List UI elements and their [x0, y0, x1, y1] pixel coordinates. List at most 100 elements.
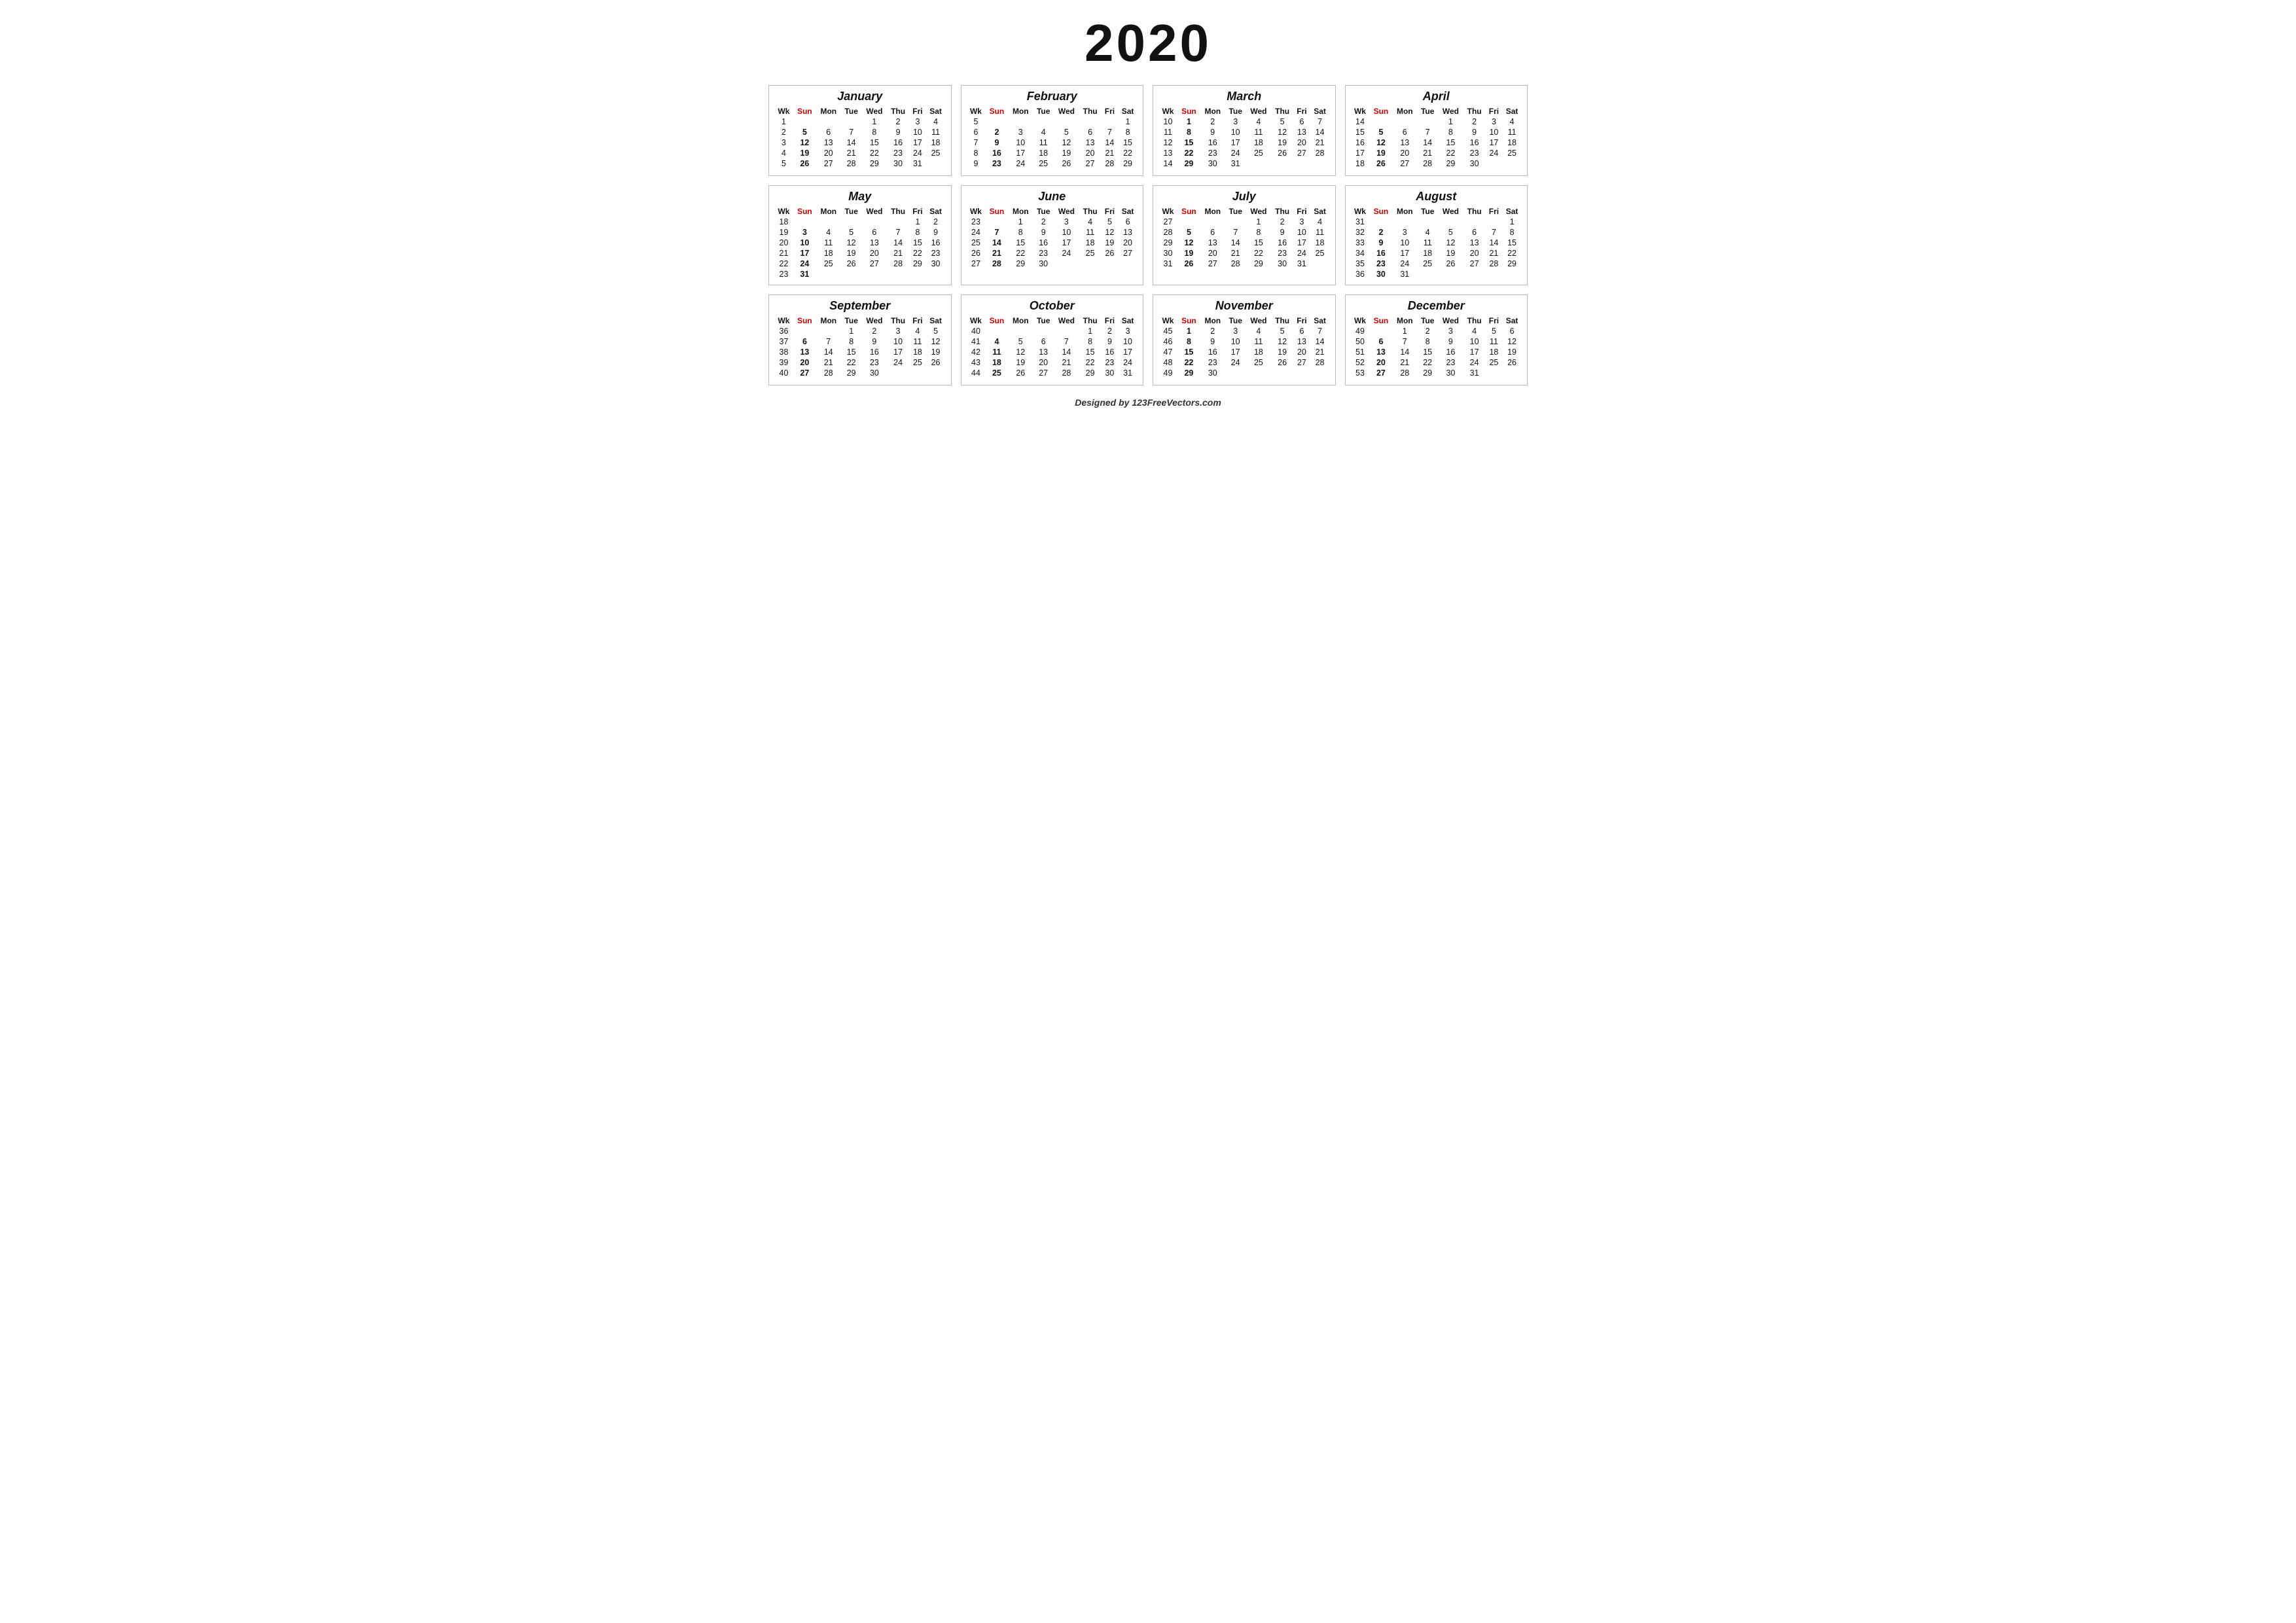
calendar-grid: JanuaryWkSunMonTueWedThuFriSat1123425678… [768, 85, 1528, 385]
day-cell: 4 [1417, 227, 1438, 238]
year-title: 2020 [768, 13, 1528, 73]
day-cell: 16 [887, 137, 909, 148]
week-number: 4 [774, 148, 793, 158]
col-header-sun: Sun [985, 106, 1008, 116]
day-cell: 10 [1054, 227, 1079, 238]
week-number [1158, 378, 1177, 380]
day-cell: 30 [862, 368, 887, 378]
day-cell: 25 [985, 368, 1008, 378]
day-cell: 29 [1118, 158, 1138, 169]
day-cell: 31 [1463, 368, 1486, 378]
day-cell: 14 [1225, 238, 1246, 248]
day-cell [909, 378, 925, 380]
week-row: 51 [967, 116, 1138, 127]
day-cell: 24 [1463, 357, 1486, 368]
day-cell: 4 [926, 116, 946, 127]
day-cell: 14 [816, 347, 841, 357]
day-cell: 9 [1438, 336, 1463, 347]
week-number: 8 [967, 148, 986, 158]
day-cell: 6 [1392, 127, 1417, 137]
day-cell: 29 [1438, 158, 1463, 169]
day-cell: 19 [1369, 148, 1392, 158]
day-cell: 19 [1438, 248, 1463, 259]
day-cell: 4 [1246, 116, 1271, 127]
day-cell [1225, 217, 1246, 227]
day-cell: 27 [862, 259, 887, 269]
day-cell [1200, 169, 1225, 170]
day-cell [926, 169, 946, 170]
week-row: 3813141516171819 [774, 347, 946, 357]
day-cell: 15 [909, 238, 925, 248]
day-cell: 13 [1293, 127, 1310, 137]
day-cell: 26 [926, 357, 946, 368]
col-header-wk: Wk [1351, 315, 1370, 326]
week-row [774, 169, 946, 170]
day-cell: 11 [909, 336, 925, 347]
month-title: November [1158, 299, 1330, 313]
day-cell: 25 [1310, 248, 1330, 259]
day-cell: 15 [1417, 347, 1438, 357]
day-cell: 23 [985, 158, 1008, 169]
day-cell: 6 [1502, 326, 1522, 336]
day-cell: 4 [1502, 116, 1522, 127]
day-cell: 29 [1079, 368, 1102, 378]
day-cell: 17 [1118, 347, 1138, 357]
day-cell: 17 [1293, 238, 1310, 248]
col-header-thu: Thu [1271, 206, 1293, 217]
day-cell: 19 [1271, 347, 1293, 357]
day-cell: 11 [1033, 137, 1054, 148]
day-cell [1369, 116, 1392, 127]
col-header-sun: Sun [985, 315, 1008, 326]
day-cell: 9 [1200, 127, 1225, 137]
col-header-thu: Thu [1463, 106, 1486, 116]
day-cell: 9 [1033, 227, 1054, 238]
day-cell: 15 [1008, 238, 1033, 248]
day-cell [816, 326, 841, 336]
week-row: 31262728293031 [1158, 259, 1330, 269]
day-cell: 10 [1463, 336, 1486, 347]
week-number: 27 [1158, 217, 1177, 227]
col-header-fri: Fri [1102, 206, 1118, 217]
week-row: 193456789 [774, 227, 946, 238]
col-header-sat: Sat [1310, 206, 1330, 217]
week-number: 45 [1158, 326, 1177, 336]
day-cell: 16 [1200, 347, 1225, 357]
day-cell: 15 [1246, 238, 1271, 248]
day-cell: 26 [1177, 259, 1200, 269]
day-cell: 16 [985, 148, 1008, 158]
day-cell: 28 [841, 158, 862, 169]
day-cell [926, 368, 946, 378]
col-header-mon: Mon [1392, 315, 1417, 326]
col-header-sun: Sun [1369, 206, 1392, 217]
col-header-thu: Thu [1463, 315, 1486, 326]
day-cell: 28 [1486, 259, 1502, 269]
week-row: 79101112131415 [967, 137, 1138, 148]
week-row: 40123 [967, 326, 1138, 336]
week-row: 4822232425262728 [1158, 357, 1330, 368]
day-cell: 31 [1118, 368, 1138, 378]
day-cell: 24 [887, 357, 909, 368]
day-cell [1246, 269, 1271, 270]
day-cell [1246, 158, 1271, 169]
day-cell [1246, 368, 1271, 378]
week-number: 15 [1351, 127, 1370, 137]
week-number: 18 [1351, 158, 1370, 169]
month-title: August [1351, 190, 1522, 204]
day-cell: 13 [1200, 238, 1225, 248]
day-cell: 13 [1392, 137, 1417, 148]
day-cell: 27 [1369, 368, 1392, 378]
week-row: 27282930 [967, 259, 1138, 269]
day-cell: 7 [1225, 227, 1246, 238]
col-header-wk: Wk [967, 106, 986, 116]
day-cell [1200, 217, 1225, 227]
col-header-sat: Sat [1502, 206, 1522, 217]
day-cell: 8 [1438, 127, 1463, 137]
day-cell: 16 [1102, 347, 1118, 357]
day-cell: 1 [841, 326, 862, 336]
month-title: July [1158, 190, 1330, 204]
day-cell [841, 269, 862, 279]
col-header-sat: Sat [1310, 106, 1330, 116]
day-cell: 21 [1054, 357, 1079, 368]
week-number [1351, 169, 1370, 170]
day-cell [1008, 116, 1033, 127]
